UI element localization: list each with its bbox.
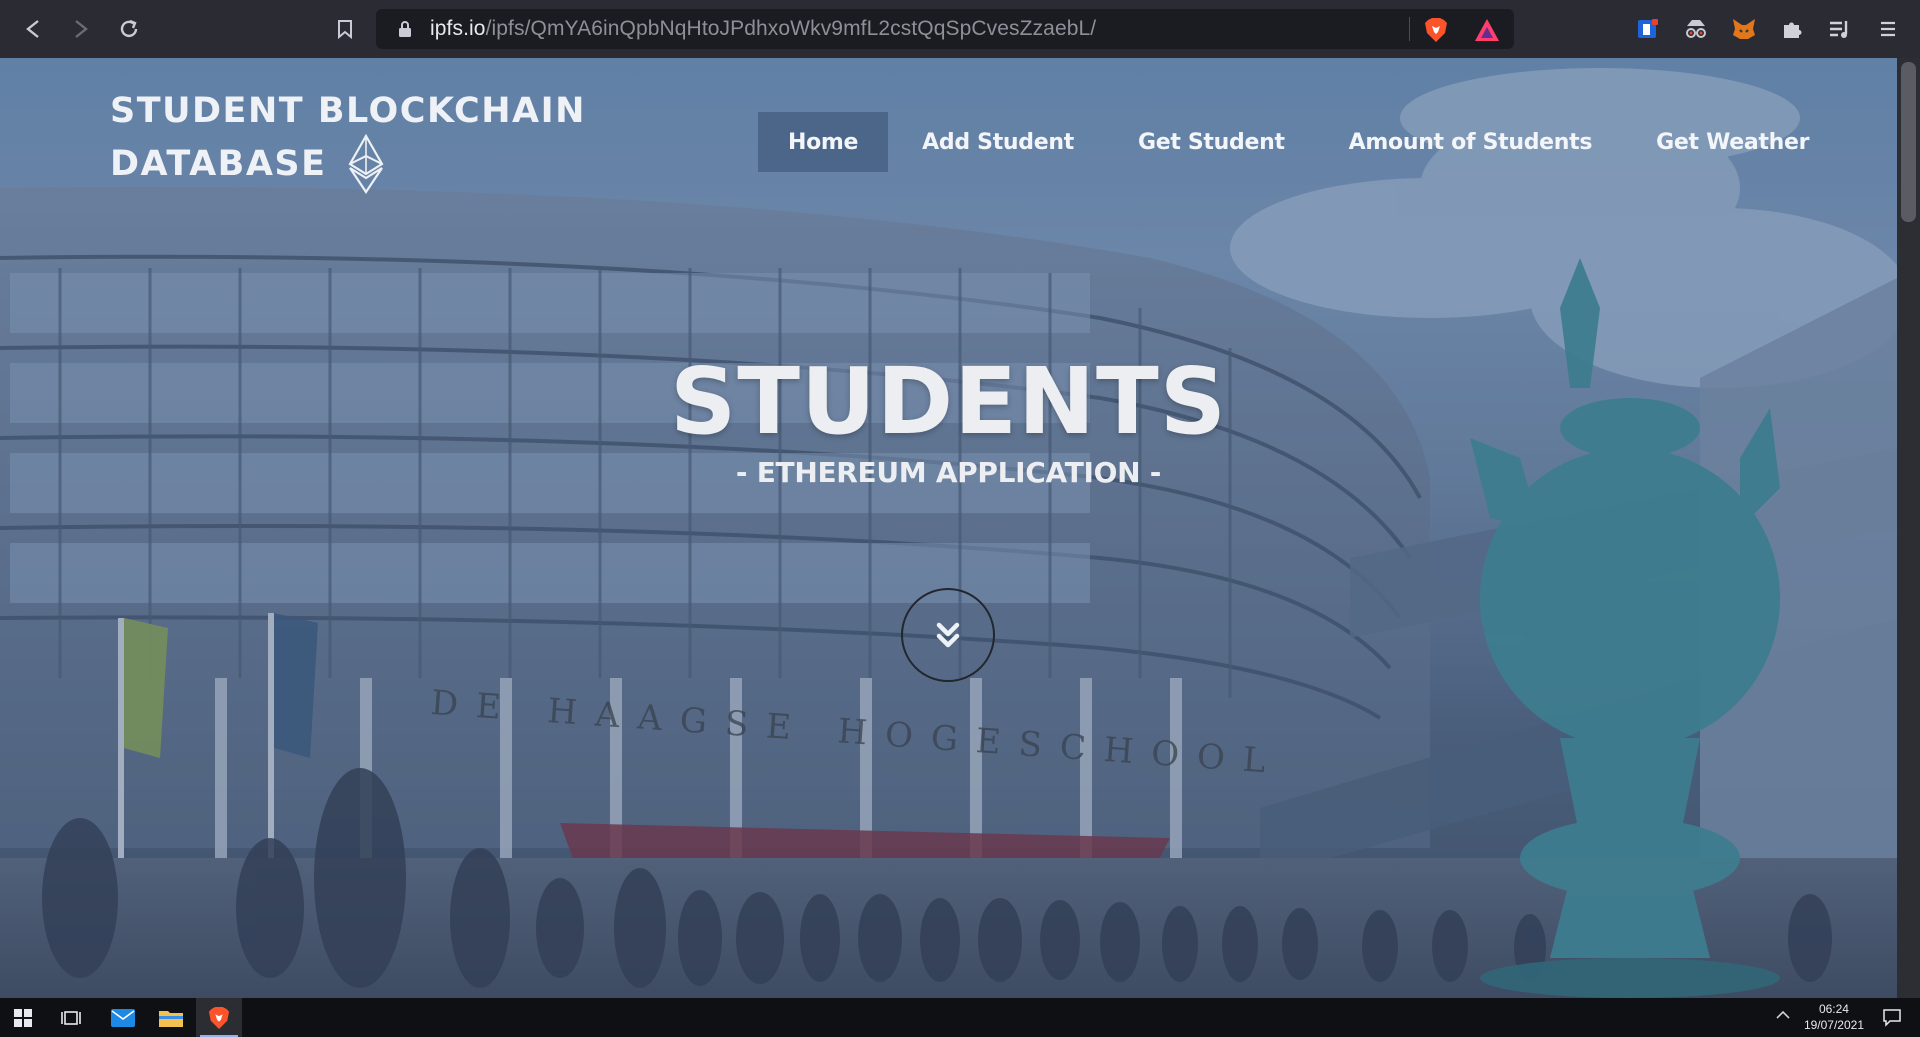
address-divider (1409, 17, 1410, 41)
site-brand[interactable]: STUDENT BLOCKCHAIN DATABASE (110, 88, 586, 194)
bookmark-button[interactable] (330, 14, 360, 44)
scrollbar-thumb[interactable] (1901, 62, 1916, 222)
reload-button[interactable] (114, 14, 144, 44)
url-text: ipfs.io/ipfs/QmYA6inQpbNqHtoJPdhxoWkv9mf… (430, 17, 1096, 41)
clock-time: 06:24 (1818, 1002, 1849, 1016)
media-playlist-icon[interactable] (1826, 15, 1854, 43)
notification-center-button[interactable] (1882, 1007, 1904, 1029)
hero-title: STUDENTS (670, 348, 1227, 455)
start-button[interactable] (0, 998, 46, 1037)
browser-toolbar: ipfs.io/ipfs/QmYA6inQpbNqHtoJPdhxoWkv9mf… (0, 0, 1920, 58)
task-view-icon (61, 1010, 81, 1025)
scroll-down-button[interactable] (901, 588, 995, 682)
brave-browser-icon (208, 1006, 230, 1029)
folder-icon (159, 1010, 183, 1027)
taskbar-mail[interactable] (100, 998, 146, 1037)
windows-taskbar: 06:24 19/07/2021 (0, 998, 1920, 1037)
nav-amount-of-students[interactable]: Amount of Students (1319, 112, 1622, 172)
browser-menu-icon[interactable] (1874, 15, 1902, 43)
address-bar[interactable]: ipfs.io/ipfs/QmYA6inQpbNqHtoJPdhxoWkv9mf… (376, 9, 1514, 49)
back-button[interactable] (18, 14, 48, 44)
brand-line-2: DATABASE (110, 144, 327, 184)
nav-home[interactable]: Home (758, 112, 889, 172)
taskbar-clock[interactable]: 06:24 19/07/2021 (1804, 1001, 1864, 1033)
page-scrollbar[interactable] (1897, 58, 1920, 998)
ethereum-logo-icon (348, 134, 384, 194)
mail-icon (111, 1008, 135, 1027)
nav-add-student[interactable]: Add Student (892, 112, 1104, 172)
taskbar-brave-browser[interactable] (196, 998, 242, 1037)
extension-spy-icon[interactable] (1682, 15, 1710, 43)
reload-icon (120, 19, 138, 38)
url-path: /ipfs/QmYA6inQpbNqHtoJPdhxoWkv9mfL2cstQq… (485, 17, 1097, 40)
main-navigation: Home Add Student Get Student Amount of S… (758, 112, 1839, 172)
back-arrow-icon (26, 20, 39, 38)
chevron-up-icon (1776, 1010, 1790, 1019)
show-hidden-icons-button[interactable] (1776, 1007, 1790, 1023)
forward-button[interactable] (66, 14, 96, 44)
brave-rewards-icon[interactable] (1474, 18, 1500, 42)
extensions-puzzle-icon[interactable] (1778, 15, 1806, 43)
task-view-button[interactable] (48, 998, 94, 1037)
nav-get-student[interactable]: Get Student (1108, 112, 1315, 172)
notification-icon (1883, 1009, 1901, 1027)
hero-section: DE HAAGSE HOGESCHOOL STUDENT BLOCKCHAIN … (0, 58, 1897, 998)
brand-line-2-row: DATABASE (110, 134, 586, 194)
metamask-fox-icon[interactable] (1730, 15, 1758, 43)
page-viewport: DE HAAGSE HOGESCHOOL STUDENT BLOCKCHAIN … (0, 58, 1920, 998)
bookmark-icon (338, 20, 352, 39)
taskbar-file-explorer[interactable] (148, 998, 194, 1037)
nav-get-weather[interactable]: Get Weather (1626, 112, 1839, 172)
brave-shields-icon[interactable] (1424, 17, 1448, 43)
clock-date: 19/07/2021 (1803, 1018, 1864, 1032)
hero-subtitle: - ETHEREUM APPLICATION - (735, 456, 1162, 489)
windows-logo-icon (14, 1008, 32, 1027)
double-chevron-down-icon (936, 622, 960, 648)
url-host: ipfs.io (430, 17, 486, 40)
campus-background-image (0, 58, 1897, 998)
forward-arrow-icon (75, 20, 88, 38)
brand-line-1: STUDENT BLOCKCHAIN (110, 91, 586, 131)
lock-icon (394, 18, 416, 40)
extension-blue-icon[interactable] (1634, 15, 1662, 43)
